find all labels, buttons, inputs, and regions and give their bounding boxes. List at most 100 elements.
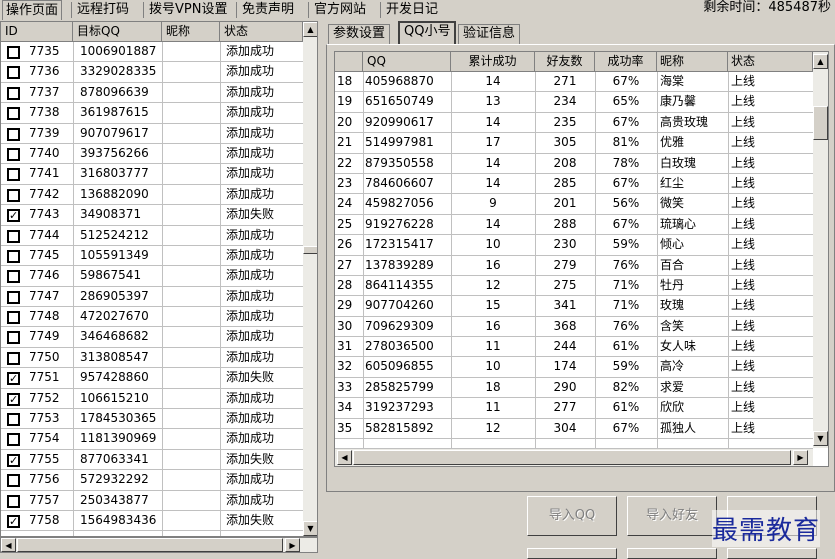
table-row[interactable]: 7746 59867541 添加成功 — [1, 266, 303, 287]
table-row[interactable]: 7735 1006901887 添加成功 — [1, 42, 303, 63]
table-row[interactable]: 7737 878096639 添加成功 — [1, 83, 303, 104]
table-row[interactable]: 7742 136882090 添加成功 — [1, 185, 303, 206]
table-row[interactable]: 7748 472027670 添加成功 — [1, 307, 303, 328]
row-checkbox[interactable] — [7, 331, 20, 345]
row-checkbox[interactable] — [7, 147, 20, 161]
row-checkbox[interactable] — [7, 229, 20, 243]
table-row[interactable]: 24 459827056 9 201 56% 微笑 上线 — [335, 194, 813, 215]
arrow-up-icon[interactable]: ▲ — [813, 54, 828, 69]
tab-param-settings[interactable]: 参数设置 — [328, 24, 391, 44]
table-row[interactable]: 31 278036500 11 244 61% 女人味 上线 — [335, 337, 813, 358]
table-row[interactable]: 33 285825799 18 290 82% 求爱 上线 — [335, 378, 813, 399]
row-checkbox[interactable] — [7, 351, 20, 365]
table-row[interactable]: 7757 250343877 添加成功 — [1, 491, 303, 511]
row-checkbox[interactable] — [7, 290, 20, 304]
action-button[interactable] — [527, 548, 617, 559]
table-row[interactable]: 28 864114355 12 275 71% 牡丹 上线 — [335, 276, 813, 297]
col-header-friends[interactable]: 好友数 — [535, 52, 595, 72]
row-checkbox[interactable]: ✓ — [7, 392, 20, 406]
vertical-scrollbar[interactable]: ▲ ▼ — [303, 22, 317, 536]
action-button[interactable] — [727, 548, 817, 559]
table-row[interactable]: ✓ 7743 34908371 添加失败 — [1, 205, 303, 226]
row-checkbox[interactable] — [7, 433, 20, 447]
col-header-total-success[interactable]: 累计成功 — [451, 52, 535, 72]
scroll-thumb[interactable] — [303, 246, 317, 254]
tab-remote-captcha[interactable]: 远程打码 — [74, 0, 132, 20]
table-row[interactable]: 7736 3329028335 添加成功 — [1, 62, 303, 83]
table-row[interactable]: 27 137839289 16 279 76% 百合 上线 — [335, 256, 813, 276]
arrow-right-icon[interactable]: ▶ — [285, 538, 300, 552]
row-checkbox[interactable] — [7, 494, 20, 508]
import-qq-button[interactable]: 导入QQ — [527, 496, 617, 536]
row-checkbox[interactable] — [7, 413, 20, 427]
table-row[interactable]: 7749 346468682 添加成功 — [1, 327, 303, 348]
table-row[interactable]: 7738 361987615 添加成功 — [1, 103, 303, 124]
row-checkbox[interactable] — [7, 107, 20, 121]
row-checkbox[interactable] — [7, 168, 20, 182]
action-button[interactable] — [627, 548, 717, 559]
col-header-nickname[interactable]: 昵称 — [162, 22, 220, 42]
row-checkbox[interactable] — [7, 127, 20, 141]
table-row[interactable]: 30 709629309 16 368 76% 含笑 上线 — [335, 317, 813, 338]
col-header-id[interactable]: ID — [1, 22, 73, 42]
table-row[interactable]: 22 879350558 14 208 78% 白玫瑰 上线 — [335, 154, 813, 174]
row-checkbox[interactable] — [7, 474, 20, 488]
col-header-target-qq[interactable]: 目标QQ — [73, 22, 162, 42]
table-row[interactable]: 7754 1181390969 添加成功 — [1, 429, 303, 450]
table-row[interactable]: 7750 313808547 添加成功 — [1, 348, 303, 369]
table-row[interactable]: 26 172315417 10 230 59% 倾心 上线 — [335, 235, 813, 256]
table-row[interactable]: ✓ 7752 106615210 添加成功 — [1, 389, 303, 410]
col-header-qq[interactable]: QQ — [363, 52, 451, 72]
tab-operation[interactable]: 操作页面 — [2, 0, 63, 20]
row-checkbox[interactable] — [7, 270, 20, 284]
arrow-down-icon[interactable]: ▼ — [813, 431, 828, 446]
row-checkbox[interactable]: ✓ — [7, 514, 20, 528]
row-checkbox[interactable] — [7, 249, 20, 263]
table-row[interactable]: 32 605096855 10 174 59% 高冷 上线 — [335, 357, 813, 378]
col-header-status[interactable]: 状态 — [220, 22, 303, 42]
table-row[interactable]: 35 582815892 12 304 67% 孤独人 上线 — [335, 419, 813, 440]
table-row[interactable]: 7740 393756266 添加成功 — [1, 144, 303, 165]
horizontal-scrollbar[interactable]: ◀ ▶ — [0, 537, 318, 553]
table-row[interactable]: ✓ 7751 957428860 添加失败 — [1, 368, 303, 389]
tab-disclaimer[interactable]: 免责声明 — [239, 0, 297, 20]
tab-verify-info[interactable]: 验证信息 — [458, 24, 521, 44]
table-row[interactable]: 7756 572932292 添加成功 — [1, 470, 303, 491]
table-row[interactable]: 25 919276228 14 288 67% 琉璃心 上线 — [335, 215, 813, 236]
row-checkbox[interactable] — [7, 311, 20, 325]
horizontal-scrollbar[interactable]: ◀ ▶ — [335, 448, 813, 466]
row-checkbox[interactable]: ✓ — [7, 453, 20, 467]
scroll-thumb[interactable] — [353, 450, 791, 465]
table-row[interactable]: 7741 316803777 添加成功 — [1, 164, 303, 185]
table-row[interactable]: 7739 907079617 添加成功 — [1, 124, 303, 144]
arrow-down-icon[interactable]: ▼ — [303, 521, 317, 536]
arrow-left-icon[interactable]: ◀ — [337, 450, 352, 465]
tab-dev-log[interactable]: 开发日记 — [383, 0, 441, 20]
row-checkbox[interactable] — [7, 66, 20, 80]
row-checkbox[interactable] — [7, 86, 20, 100]
table-row[interactable]: 29 907704260 15 341 71% 玫瑰 上线 — [335, 296, 813, 317]
row-checkbox[interactable] — [7, 188, 20, 202]
arrow-up-icon[interactable]: ▲ — [303, 22, 317, 37]
table-row[interactable]: 7747 286905397 添加成功 — [1, 287, 303, 308]
row-checkbox[interactable]: ✓ — [7, 372, 20, 386]
vertical-scrollbar[interactable]: ▲ ▼ — [813, 52, 828, 448]
import-friends-button[interactable]: 导入好友 — [627, 496, 717, 536]
table-row[interactable]: 19 651650749 13 234 65% 康乃馨 上线 — [335, 92, 813, 113]
scroll-thumb[interactable] — [813, 106, 828, 140]
col-header-success-rate[interactable]: 成功率 — [595, 52, 657, 72]
row-checkbox[interactable] — [7, 46, 20, 59]
tab-vpn-settings[interactable]: 拨号VPN设置 — [146, 0, 230, 20]
row-checkbox[interactable]: ✓ — [7, 209, 20, 223]
table-row[interactable]: 21 514997981 17 305 81% 优雅 上线 — [335, 133, 813, 154]
scroll-thumb[interactable] — [17, 538, 283, 552]
tab-official-site[interactable]: 官方网站 — [311, 0, 369, 20]
tab-qq-accounts[interactable]: QQ小号 — [398, 21, 457, 44]
col-header-status[interactable]: 状态 — [728, 52, 813, 72]
arrow-right-icon[interactable]: ▶ — [793, 450, 808, 465]
table-row[interactable]: 7753 1784530365 添加成功 — [1, 409, 303, 430]
table-row[interactable]: ✓ 7758 1564983436 添加失败 — [1, 511, 303, 532]
table-row[interactable]: 7745 105591349 添加成功 — [1, 246, 303, 267]
table-row[interactable]: ✓ 7755 877063341 添加失败 — [1, 450, 303, 471]
arrow-left-icon[interactable]: ◀ — [1, 538, 16, 552]
